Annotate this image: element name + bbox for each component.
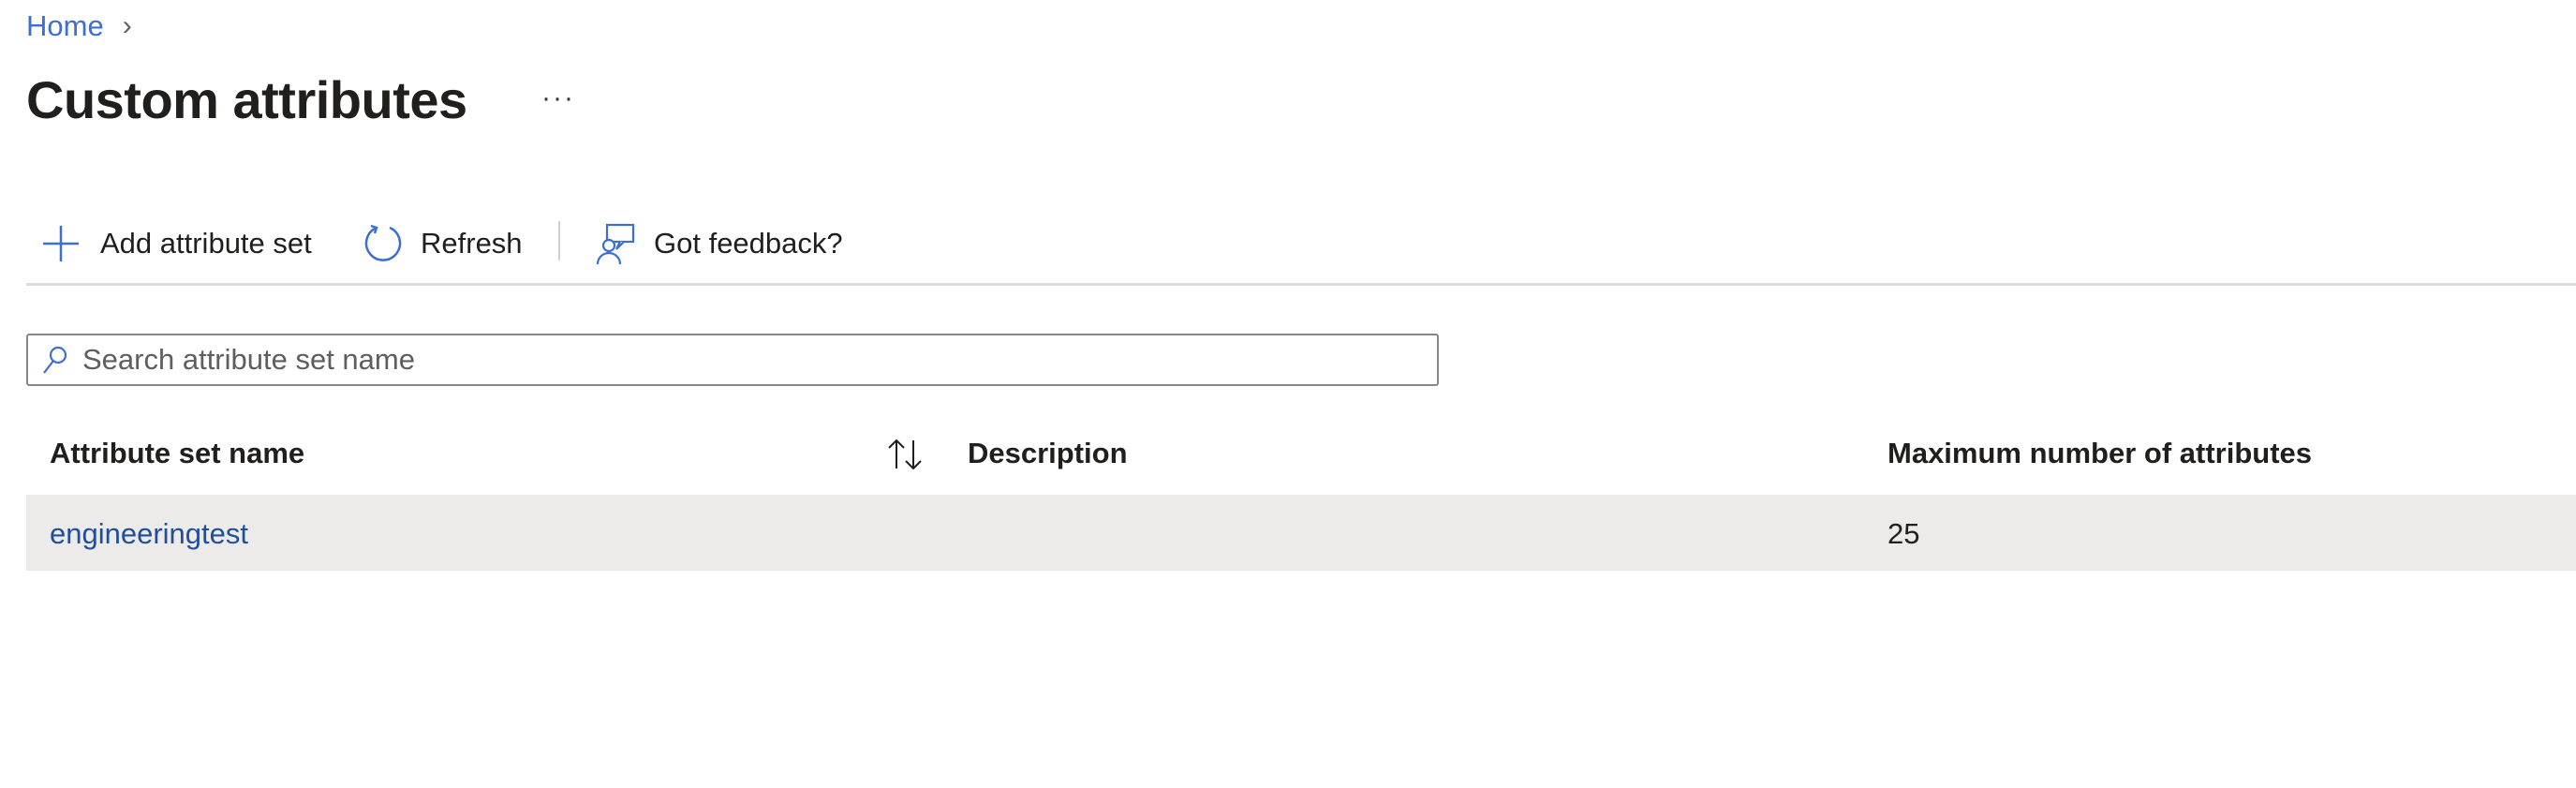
search-icon: [43, 346, 67, 374]
breadcrumb: Home ›: [26, 9, 132, 43]
feedback-label: Got feedback?: [654, 227, 843, 260]
refresh-icon: [364, 224, 402, 261]
attribute-set-link[interactable]: engineeringtest: [50, 517, 248, 551]
toolbar-divider-line: [26, 283, 2576, 286]
column-header-description[interactable]: Description: [968, 437, 1128, 470]
sort-icon[interactable]: [885, 437, 925, 472]
column-header-max-attributes[interactable]: Maximum number of attributes: [1888, 437, 2312, 470]
row-max-attributes: 25: [1888, 517, 1920, 550]
table-row[interactable]: [26, 495, 2576, 571]
add-attribute-set-label: Add attribute set: [100, 227, 312, 260]
search-box[interactable]: [26, 334, 1439, 386]
feedback-button[interactable]: Got feedback?: [596, 223, 843, 264]
more-options-button[interactable]: ···: [541, 82, 575, 114]
refresh-button[interactable]: Refresh: [362, 223, 523, 264]
breadcrumb-home-link[interactable]: Home: [26, 9, 104, 43]
feedback-icon: [596, 223, 635, 264]
toolbar-divider: [558, 221, 560, 260]
add-attribute-set-button[interactable]: Add attribute set: [41, 223, 312, 264]
search-input[interactable]: [81, 342, 1396, 378]
plus-icon: [43, 226, 79, 261]
chevron-right-icon: ›: [122, 10, 132, 41]
page-title: Custom attributes: [26, 70, 467, 129]
column-header-name[interactable]: Attribute set name: [50, 437, 304, 470]
refresh-label: Refresh: [421, 227, 523, 260]
